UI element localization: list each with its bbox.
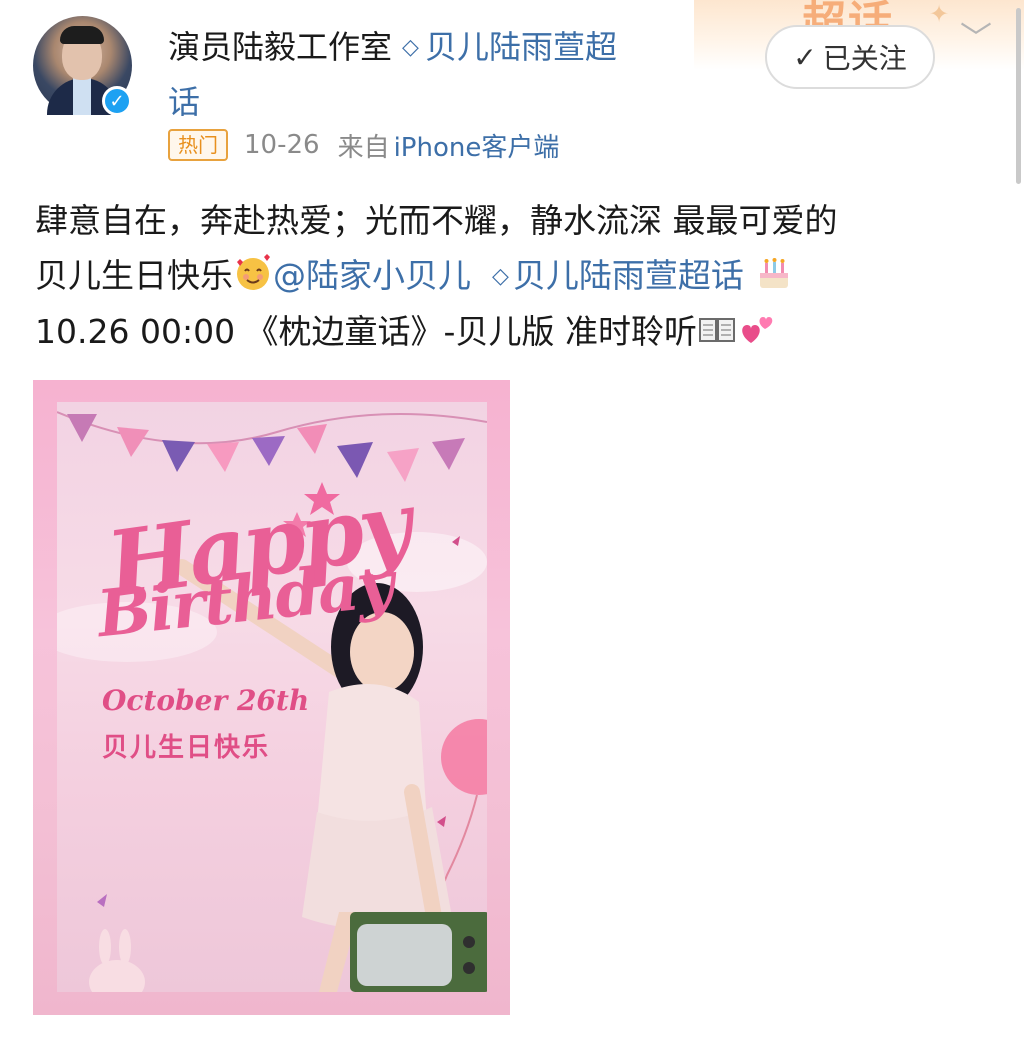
post-source-client[interactable]: iPhone客户端 xyxy=(394,127,560,164)
post-date: 10-26 xyxy=(244,130,320,160)
diamond-icon: ◇ xyxy=(402,35,419,60)
check-icon: ✓ xyxy=(793,40,817,74)
verified-badge-icon: ✓ xyxy=(102,86,132,116)
post-line-1: 肆意自在，奔赴热爱；光而不耀，静水流深 最最可爱的 xyxy=(35,201,838,240)
post-meta: 热门 10-26 来自 iPhone客户端 xyxy=(168,127,560,164)
supertopic-inline-link[interactable]: 贝儿陆雨萱超话 xyxy=(513,256,744,295)
scrollbar[interactable] xyxy=(1016,8,1021,184)
poster-caption: 贝儿生日快乐 xyxy=(102,733,271,763)
birthday-poster: Happy Birthday October 26th 贝儿生日快乐 xyxy=(57,402,487,992)
birthday-cake-icon xyxy=(760,258,789,288)
post-line-2: 贝儿生日快乐 @陆家小贝儿 ◇ 贝儿陆雨萱超话 xyxy=(35,248,995,304)
hot-badge: 热门 xyxy=(168,129,228,161)
post-line-3: 10.26 00:00 《枕边童话》-贝儿版 准时聆听 xyxy=(35,304,995,359)
sparkle-icon: ✦ xyxy=(929,0,950,28)
poster-date-text: October 26th xyxy=(102,684,310,717)
user-mention-link[interactable]: @陆家小贝儿 xyxy=(273,256,471,295)
author-name[interactable]: 演员陆毅工作室 xyxy=(168,28,392,66)
author-header: 演员陆毅工作室 ◇ 贝儿陆雨萱超话 xyxy=(168,20,708,130)
post-source-prefix: 来自 xyxy=(337,132,390,163)
open-book-icon xyxy=(698,318,735,342)
follow-button-label: 已关注 xyxy=(822,42,907,75)
diamond-icon: ◇ xyxy=(491,264,509,289)
chevron-down-icon[interactable]: ﹀ xyxy=(960,22,992,54)
post-image[interactable]: Happy Birthday October 26th 贝儿生日快乐 xyxy=(33,380,510,1015)
follow-button[interactable]: ✓ 已关注 xyxy=(765,25,935,89)
post-body: 肆意自在，奔赴热爱；光而不耀，静水流深 最最可爱的 贝儿生日快乐 @陆家小贝儿 ◇… xyxy=(35,193,995,359)
two-hearts-icon xyxy=(742,317,773,343)
smiling-face-with-hearts-icon xyxy=(237,254,270,290)
